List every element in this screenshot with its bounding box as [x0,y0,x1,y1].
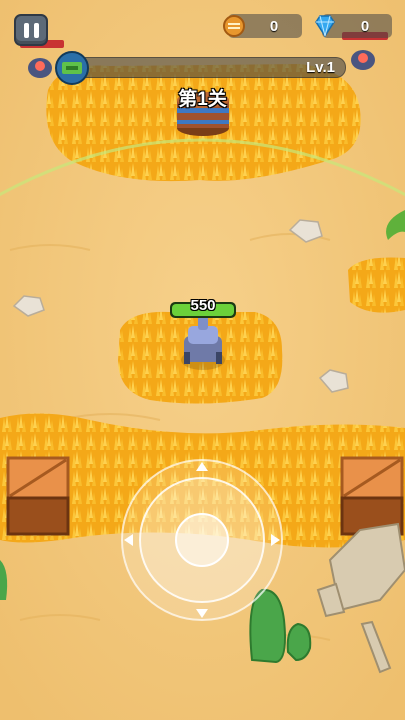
stage-avatar-icon [55,51,89,85]
coin-counter: 0 [223,14,302,38]
joystick-knob[interactable] [175,513,229,567]
player-hp-value: 550 [190,297,216,314]
pause-button[interactable] [14,14,48,46]
stage-label: 第1关 [178,89,227,110]
crate-right [340,456,404,536]
wheat-field-right [348,257,405,313]
coin-count: 0 [269,17,279,35]
coin-icon [223,15,245,37]
gem-count: 0 [360,17,370,35]
diamond-icon [315,15,335,38]
crate-left [6,456,70,536]
gem-counter: 0 [315,14,392,38]
virtual-joystick[interactable] [121,459,283,621]
pause-icon [23,22,29,38]
level-progress-bar: Lv.1 [64,57,346,78]
level-label: Lv.1 [306,59,335,76]
